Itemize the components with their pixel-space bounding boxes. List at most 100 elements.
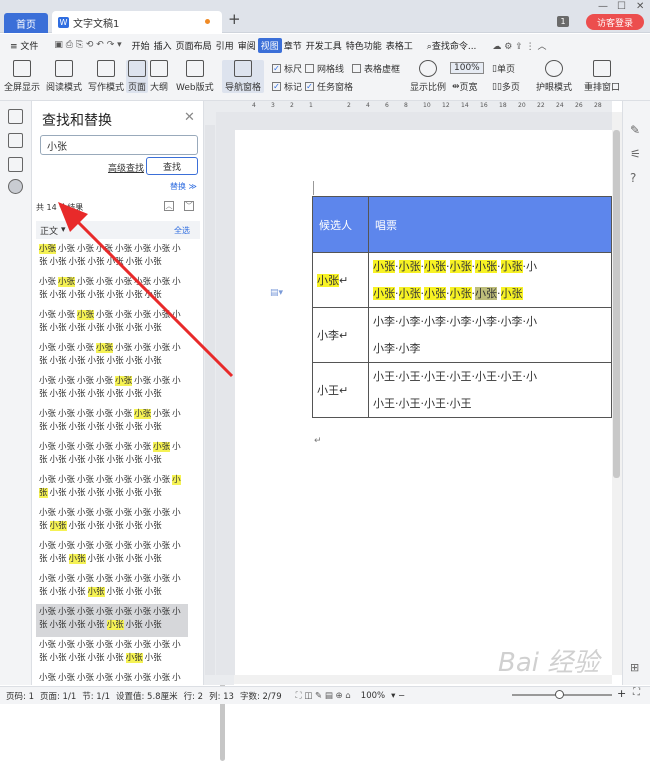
writing-mode-button[interactable]: 写作模式	[88, 60, 124, 93]
document-icon[interactable]	[8, 133, 23, 148]
menu-start[interactable]: 开始	[130, 39, 152, 52]
cell-ballot[interactable]: 小张·小张·小张·小张·小张·小张·小 小张·小张·小张·小张·小张·小张	[368, 252, 612, 308]
menu-layout[interactable]: 页面布局	[174, 39, 214, 52]
list-item[interactable]: 小张小张小张小张小张小张小张小张小张小张小张小张小张小张	[36, 373, 188, 406]
find-icon[interactable]	[8, 179, 23, 194]
nav-pane-button[interactable]: 导航窗格	[222, 60, 265, 93]
page-view-button[interactable]: 页面	[126, 60, 149, 93]
result-word: 小张	[153, 343, 171, 353]
page-width-button[interactable]: ⇹ 页宽	[452, 80, 478, 94]
header-candidate[interactable]: 候选人	[312, 196, 369, 253]
tab-home[interactable]: 首页	[4, 13, 48, 33]
menu-right-icons[interactable]: ☁ ⚙ ⇪ ⋮ ︿	[490, 39, 548, 52]
menu-devtools[interactable]: 开发工具	[304, 39, 344, 52]
status-words[interactable]: 字数: 2/79	[240, 690, 282, 702]
window-count-badge[interactable]: 1	[557, 16, 569, 27]
vote-table[interactable]: 候选人 唱票 小张↵ 小张·小张·小张·小张·小张·小张·小 小张·小张·小张·…	[312, 196, 612, 418]
tab-document[interactable]: W 文字文稿1	[52, 11, 222, 33]
cell-name[interactable]: 小李↵	[312, 307, 369, 363]
menu-view[interactable]: 视图	[257, 37, 282, 53]
check-gridlines[interactable]: 网格线	[305, 62, 344, 75]
fullscreen-button[interactable]: 全屏显示	[4, 60, 40, 93]
chevron-down-icon[interactable]: ▾	[61, 225, 66, 235]
check-task-pane[interactable]: ✓ 任务窗格	[305, 80, 353, 93]
grid-icon[interactable]: ⊞	[630, 661, 639, 674]
result-word: 小张	[115, 376, 133, 386]
next-result-button[interactable]: ﹀	[184, 201, 194, 211]
list-item[interactable]: 小张小张小张小张小张小张小张小张小张小张小张小张小张小张	[36, 538, 188, 571]
list-item[interactable]: 小张小张小张小张小张小张小张小张小张小张小张小张小张小张	[36, 406, 188, 439]
list-item[interactable]: 小张小张小张小张小张小张小张小张小张小张小张小张小张小张	[36, 571, 188, 604]
zoom-out-icon[interactable]: ▾ −	[391, 691, 405, 701]
advanced-find-link[interactable]: 高级查找	[108, 161, 144, 174]
zoom-slider-knob[interactable]	[555, 690, 564, 699]
web-layout-button[interactable]: Web版式	[176, 60, 214, 93]
eye-mode-button[interactable]: 护眼模式	[536, 60, 572, 93]
menu-file[interactable]: ≡ 文件	[8, 39, 40, 52]
list-item[interactable]: 小张小张小张小张小张小张小张小张小张小张小张小张小张小张	[36, 637, 188, 670]
cell-ballot[interactable]: 小李·小李·小李·小李·小李·小李·小 小李·小李	[368, 307, 612, 363]
result-word: 小张	[96, 673, 114, 683]
menu-chapter[interactable]: 章节	[282, 39, 304, 52]
zoom-in-icon[interactable]: +	[617, 687, 626, 700]
check-table-frame[interactable]: 表格虚框	[352, 62, 400, 75]
prev-result-button[interactable]: ︿	[164, 201, 174, 211]
select-all-link[interactable]: 全选	[174, 225, 190, 236]
zoom-ratio-button[interactable]: 显示比例	[410, 60, 446, 93]
sliders-icon[interactable]: ⚟	[630, 147, 641, 161]
result-word: 小张	[87, 488, 105, 498]
fullscreen-icon	[13, 60, 31, 77]
menu-features[interactable]: 特色功能	[344, 39, 384, 52]
minimize-icon[interactable]: —	[598, 1, 608, 12]
list-item[interactable]: 小张小张小张小张小张小张小张小张小张小张小张小张小张小张	[36, 604, 188, 637]
rearrange-window-button[interactable]: 重排窗口	[584, 60, 620, 93]
check-mark[interactable]: ✓ 标记	[272, 80, 302, 93]
cell-name[interactable]: 小王↵	[312, 362, 369, 418]
list-item[interactable]: 小张小张小张小张小张小张小张小张小张小张小张小张小张小张	[36, 307, 188, 340]
close-icon[interactable]: ✕	[184, 110, 195, 125]
list-item[interactable]: 小张小张小张小张小张小张小张小张小张小张小张小张小张小张	[36, 505, 188, 538]
menu-table-tools[interactable]: 表格工	[384, 39, 415, 52]
fit-icon[interactable]: ⛶	[633, 687, 640, 698]
horizontal-ruler[interactable]: 4 3 2 1 2 4 6 8 10 12 14 16 18 20 22 24 26 28	[234, 101, 612, 112]
maximize-icon[interactable]: ☐	[617, 1, 626, 12]
menu-review[interactable]: 审阅	[236, 39, 258, 52]
menu-reference[interactable]: 引用	[214, 39, 236, 52]
guest-login-button[interactable]: 访客登录	[586, 14, 644, 30]
reading-mode-button[interactable]: 阅读模式	[46, 60, 82, 93]
list-item[interactable]: 小张小张小张小张小张小张小张小张小张小张小张小张小张小张	[36, 439, 188, 472]
list-item[interactable]: 小张小张小张小张小张小张小张小张小张小张小张小张小张小张	[36, 241, 188, 274]
result-word: 小张	[77, 277, 95, 287]
single-page-button[interactable]: ▯ 单页	[492, 62, 515, 76]
view-mode-icons[interactable]: ⛶ ◫ ✎ ▤ ⊕ ⌂	[296, 691, 351, 701]
header-ballot[interactable]: 唱票	[368, 196, 612, 253]
zoom-value[interactable]: 100%	[361, 691, 385, 701]
find-button[interactable]: 查找	[146, 157, 198, 175]
list-icon[interactable]	[8, 109, 23, 124]
table-row: 小李↵ 小李·小李·小李·小李·小李·小李·小 小李·小李	[312, 307, 612, 363]
check-ruler[interactable]: ✓ 标尺	[272, 62, 302, 75]
ballot-line: 小张·小张·小张·小张·小张·小张	[373, 280, 611, 307]
close-window-icon[interactable]: ✕	[636, 1, 644, 12]
outline-button[interactable]: 大纲	[150, 60, 168, 93]
cell-name[interactable]: 小张↵	[312, 252, 369, 308]
replace-link[interactable]: 替换 ≫	[170, 181, 197, 192]
menu-insert[interactable]: 插入	[152, 39, 174, 52]
list-item[interactable]: 小张小张小张小张小张小张小张小张小张小张小张小张小张小张	[36, 472, 188, 505]
new-tab-icon[interactable]: +	[228, 10, 244, 28]
vertical-scroll-thumb[interactable]	[613, 130, 620, 478]
help-icon[interactable]: ?	[630, 171, 636, 185]
list-item[interactable]: 小张小张小张小张小张小张小张小张小张小张小张小张小张小张	[36, 340, 188, 373]
bookmark-icon[interactable]	[8, 157, 23, 172]
vertical-ruler[interactable]	[205, 125, 215, 675]
quick-access-icons[interactable]: ▣ ⎙ ⎘ ⟲ ↶ ↷ ▾	[52, 40, 123, 50]
multi-page-button[interactable]: ▯▯ 多页	[492, 80, 520, 94]
zoom-100-button[interactable]: 100%	[450, 62, 484, 74]
search-input[interactable]: 小张	[40, 135, 198, 155]
command-search[interactable]: ⌕查找命令...	[425, 39, 479, 52]
list-item[interactable]: 小张小张小张小张小张小张小张小张小张小张小张小张小张小张	[36, 670, 188, 685]
cell-ballot[interactable]: 小王·小王·小王·小王·小王·小王·小 小王·小王·小王·小王	[368, 362, 612, 418]
brush-icon[interactable]: ✎	[630, 123, 640, 137]
paste-options-icon[interactable]: ▤▾	[270, 288, 283, 298]
list-item[interactable]: 小张小张小张小张小张小张小张小张小张小张小张小张小张小张	[36, 274, 188, 307]
